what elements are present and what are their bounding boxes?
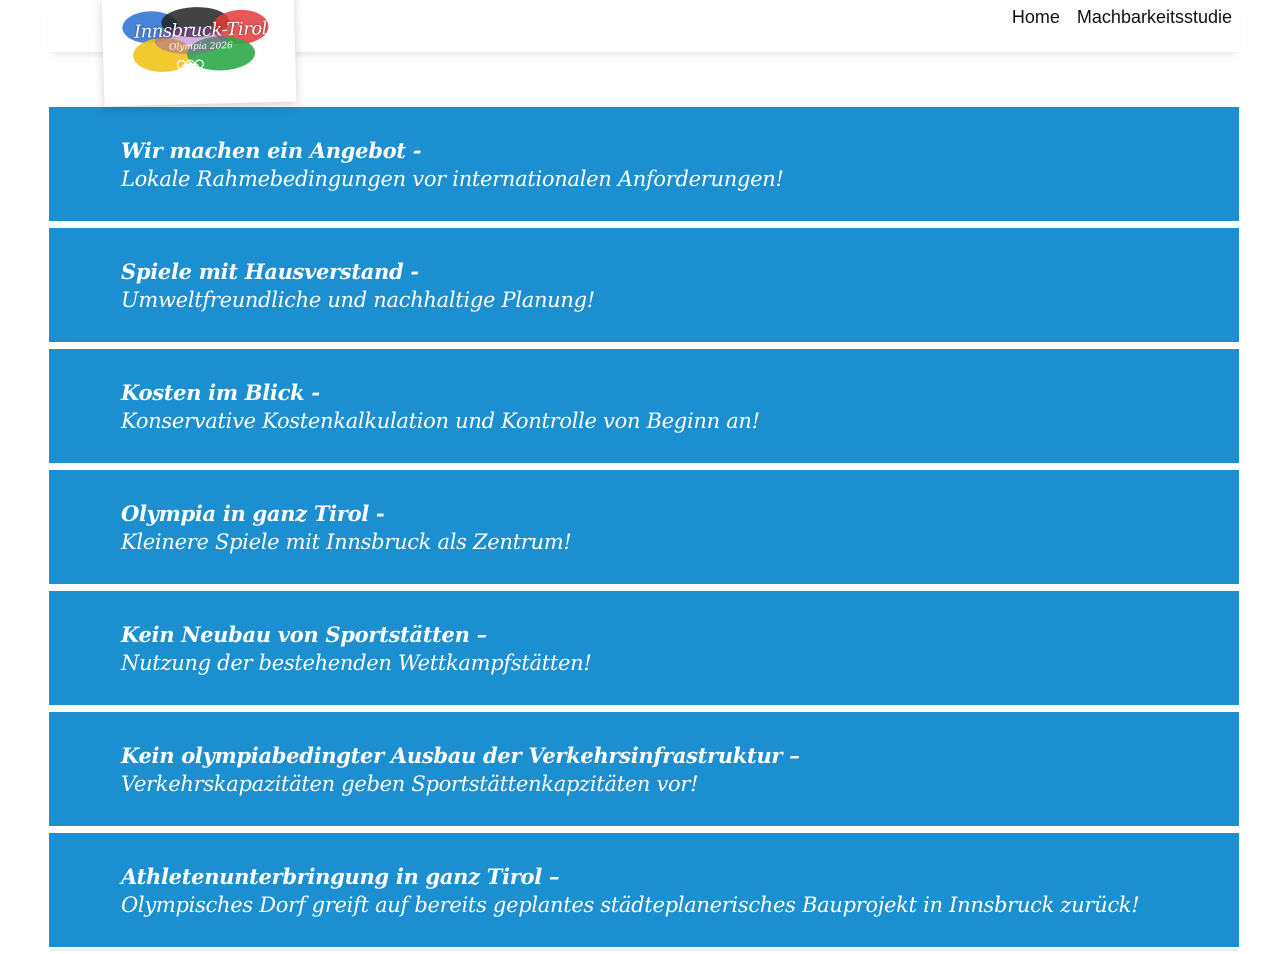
feature-panel: Kosten im Blick - Konservative Kostenkal… (49, 349, 1239, 463)
panel-text: Lokale Rahmebedingungen vor internationa… (121, 167, 784, 191)
panel-text: Konservative Kostenkalkulation und Kontr… (121, 409, 760, 433)
feature-panels: Wir machen ein Angebot - Lokale Rahmebed… (49, 107, 1239, 954)
site-logo[interactable]: Innsbruck-Tirol Olympia 2026 (101, 0, 297, 107)
panel-text: Umweltfreundliche und nachhaltige Planun… (121, 288, 595, 312)
panel-title: Wir machen ein Angebot - (121, 138, 422, 163)
logo-title: Innsbruck-Tirol (133, 18, 268, 43)
feature-panel: Athletenunterbringung in ganz Tirol – Ol… (49, 833, 1239, 947)
main-nav: Home Machbarkeitsstudie (1012, 7, 1232, 28)
feature-panel: Olympia in ganz Tirol - Kleinere Spiele … (49, 470, 1239, 584)
feature-panel: Wir machen ein Angebot - Lokale Rahmebed… (49, 107, 1239, 221)
panel-title: Spiele mit Hausverstand - (121, 259, 419, 284)
panel-text: Kleinere Spiele mit Innsbruck als Zentru… (121, 530, 572, 554)
feature-panel: Kein olympiabedingter Ausbau der Verkehr… (49, 712, 1239, 826)
panel-title: Kein Neubau von Sportstätten – (121, 622, 487, 647)
panel-title: Athletenunterbringung in ganz Tirol – (121, 864, 560, 889)
panel-text: Nutzung der bestehenden Wettkampfstätten… (121, 651, 592, 675)
nav-machbarkeitsstudie-link[interactable]: Machbarkeitsstudie (1077, 7, 1232, 28)
feature-panel: Spiele mit Hausverstand - Umweltfreundli… (49, 228, 1239, 342)
panel-title: Kosten im Blick - (121, 380, 320, 405)
feature-panel: Kein Neubau von Sportstätten – Nutzung d… (49, 591, 1239, 705)
panel-title: Kein olympiabedingter Ausbau der Verkehr… (121, 743, 800, 768)
panel-title: Olympia in ganz Tirol - (121, 501, 385, 526)
panel-text: Verkehrskapazitäten geben Sportstättenka… (121, 772, 699, 796)
panel-text: Olympisches Dorf greift auf bereits gepl… (121, 893, 1140, 917)
footer-divider (49, 949, 1239, 951)
nav-home-link[interactable]: Home (1012, 7, 1060, 28)
